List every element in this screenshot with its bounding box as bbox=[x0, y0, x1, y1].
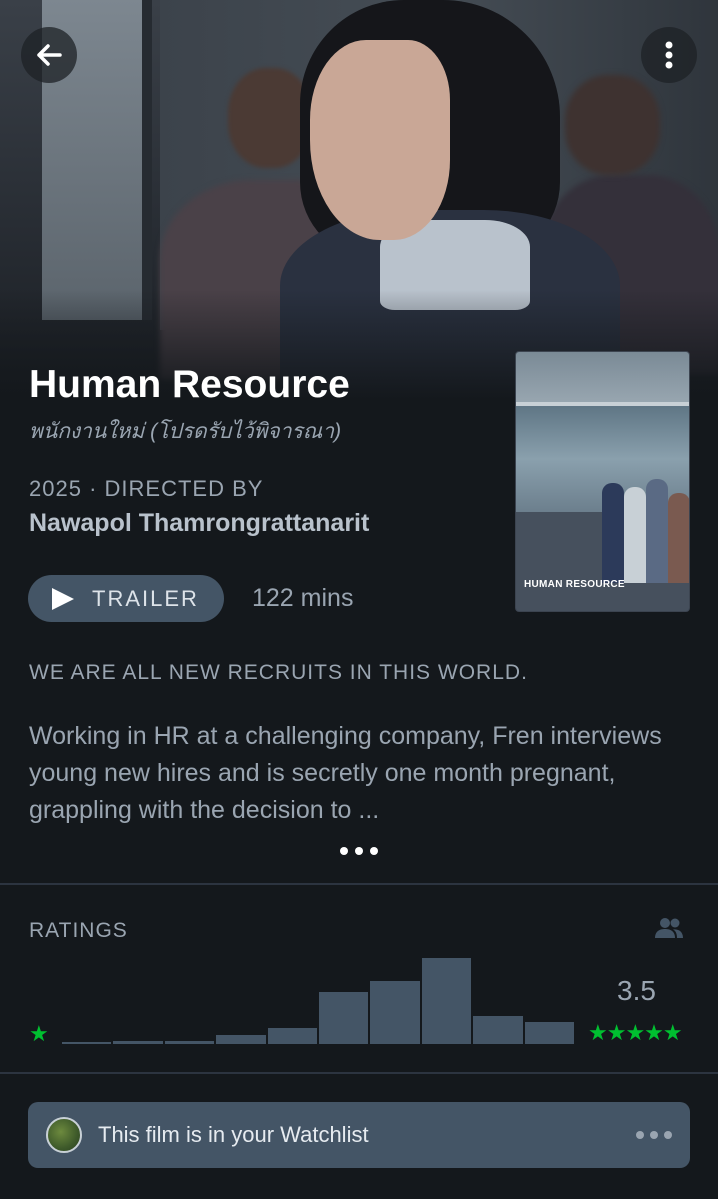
back-button[interactable] bbox=[21, 27, 77, 83]
ratings-label: RATINGS bbox=[29, 919, 128, 942]
kebab-icon bbox=[665, 41, 673, 69]
histogram-bar[interactable] bbox=[421, 958, 472, 1044]
histogram-bar[interactable] bbox=[113, 1041, 163, 1044]
min-rating-star: ★ bbox=[29, 1021, 49, 1046]
histogram-bar[interactable] bbox=[524, 1021, 574, 1044]
watchlist-banner[interactable]: This film is in your Watchlist bbox=[28, 1102, 690, 1168]
play-icon bbox=[52, 587, 74, 610]
poster-title: HUMAN RESOURCE bbox=[524, 579, 625, 590]
runtime: 122 mins bbox=[252, 584, 354, 612]
release-year[interactable]: 2025 bbox=[29, 476, 82, 501]
director-name[interactable]: Nawapol Thamrongrattanarit bbox=[29, 509, 369, 538]
trailer-button[interactable]: TRAILER bbox=[28, 575, 224, 622]
more-options-button[interactable] bbox=[641, 27, 697, 83]
histogram-bar[interactable] bbox=[319, 991, 369, 1044]
histogram-bar[interactable] bbox=[62, 1042, 112, 1044]
film-title: Human Resource bbox=[29, 363, 350, 406]
watchlist-text: This film is in your Watchlist bbox=[98, 1122, 369, 1147]
section-divider bbox=[0, 1072, 718, 1074]
directed-by-label: · DIRECTED BY bbox=[89, 476, 264, 501]
max-rating-stars: ★★★★★ bbox=[588, 1020, 683, 1045]
expand-synopsis-button[interactable] bbox=[340, 847, 378, 857]
synopsis[interactable]: Working in HR at a challenging company, … bbox=[29, 718, 689, 829]
histogram-bar[interactable] bbox=[473, 1016, 523, 1044]
section-divider bbox=[0, 883, 718, 885]
histogram-bar[interactable] bbox=[370, 981, 420, 1044]
avatar bbox=[46, 1117, 82, 1153]
original-title: พนักงานใหม่ (โปรดรับไว้พิจารณา) bbox=[29, 420, 342, 443]
backdrop-image bbox=[0, 0, 718, 400]
film-poster[interactable]: HUMAN RESOURCE bbox=[515, 351, 690, 612]
watchlist-more-button[interactable] bbox=[636, 1131, 672, 1139]
histogram-bar[interactable] bbox=[267, 1027, 317, 1044]
tagline: WE ARE ALL NEW RECRUITS IN THIS WORLD. bbox=[29, 661, 528, 684]
average-rating: 3.5 bbox=[617, 975, 656, 1006]
histogram-bar[interactable] bbox=[164, 1040, 215, 1044]
trailer-label: TRAILER bbox=[92, 585, 199, 611]
arrow-left-icon bbox=[37, 44, 62, 66]
histogram-bar[interactable] bbox=[216, 1034, 266, 1044]
friends-icon[interactable] bbox=[654, 917, 684, 939]
ratings-histogram[interactable] bbox=[62, 950, 574, 1044]
year-director-line: 2025 · DIRECTED BY bbox=[29, 476, 263, 502]
